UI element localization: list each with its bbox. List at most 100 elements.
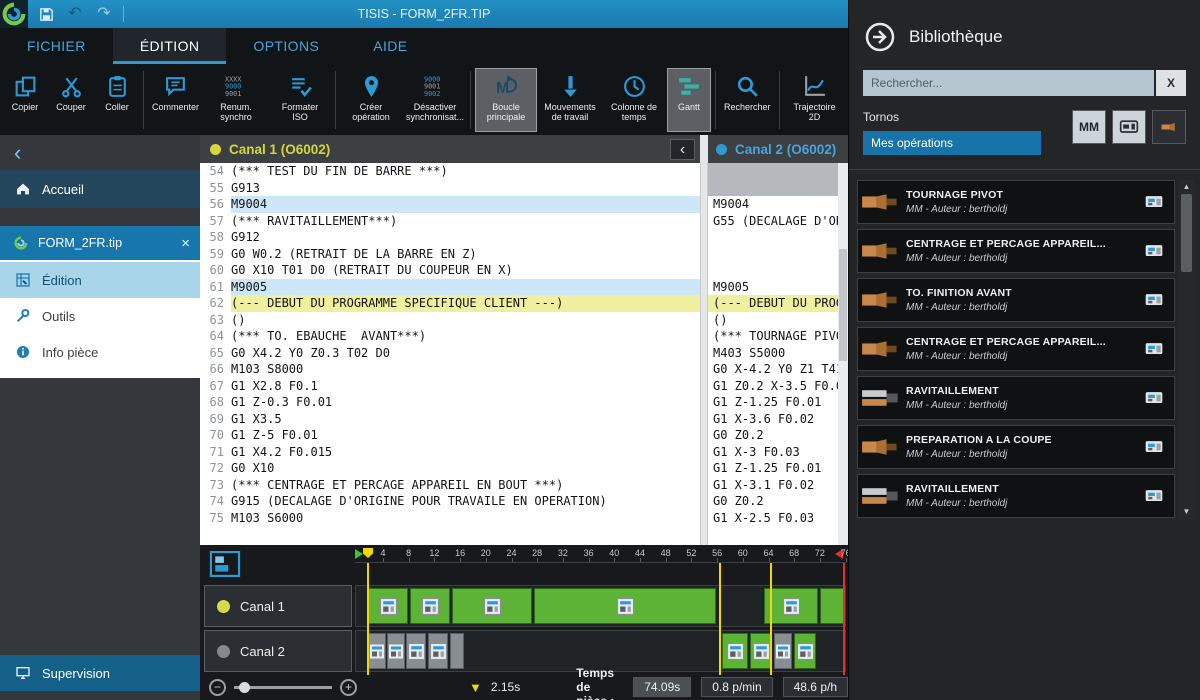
channel2-line-14[interactable]: G1 Z-1.25 F0.01 xyxy=(708,394,838,411)
canal2-operation-block[interactable] xyxy=(750,633,772,669)
tab-mes-operations[interactable]: Mes opérations xyxy=(863,131,1041,155)
sidebar-item-accueil[interactable]: Accueil xyxy=(0,170,200,208)
sidebar-item-supervision[interactable]: Supervision xyxy=(0,655,200,691)
canal1-operation-block[interactable] xyxy=(410,588,450,624)
channel1-line-54[interactable]: 54(*** TEST DU FIN DE BARRE ***) xyxy=(200,163,700,180)
channel1-line-61[interactable]: 61M9005 xyxy=(200,279,700,296)
canal1-operation-block[interactable] xyxy=(764,588,818,624)
library-item-ravitaillement[interactable]: RAVITAILLEMENTMM - Auteur : bertholdj xyxy=(857,474,1175,518)
channel2-line-3[interactable]: G55 (DECALAGE D'OR xyxy=(708,213,838,230)
menu-fichier[interactable]: FICHIER xyxy=(0,28,113,64)
channel2-line-12[interactable]: G0 X-4.2 Y0 Z1 T41 xyxy=(708,361,838,378)
channel1-line-56[interactable]: 56M9004 xyxy=(200,196,700,213)
sidebar-item-info-piece[interactable]: Info pièce xyxy=(0,334,200,370)
channel2-line-20[interactable]: G0 Z0.2 xyxy=(708,493,838,510)
channel1-line-71[interactable]: 71G1 X4.2 F0.015 xyxy=(200,444,700,461)
channel2-line-17[interactable]: G1 X-3 F0.03 xyxy=(708,444,838,461)
collapse-channel1-icon[interactable]: ‹ xyxy=(670,139,695,160)
channel1-line-65[interactable]: 65G0 X4.2 Y0 Z0.3 T02 D0 xyxy=(200,345,700,362)
close-file-icon[interactable]: × xyxy=(181,236,190,251)
menu-options[interactable]: OPTIONS xyxy=(226,28,346,64)
channel1-line-62[interactable]: 62(--- DEBUT DU PROGRAMME SPECIFIQUE CLI… xyxy=(200,295,700,312)
machine-filter-button[interactable] xyxy=(1112,110,1146,144)
library-scrollbar[interactable]: ▲ ▼ xyxy=(1179,180,1194,519)
library-item-tournage-pivot[interactable]: TOURNAGE PIVOTMM - Auteur : bertholdj xyxy=(857,180,1175,224)
toolbar-button-formater-iso[interactable]: Formater ISO xyxy=(269,68,331,132)
channel2-header[interactable]: Canal 2 (O6002) xyxy=(708,135,848,163)
canal2-operation-block[interactable] xyxy=(794,633,816,669)
toolbar-button-mouvements-de-travail[interactable]: Mouvements de travail xyxy=(539,68,601,132)
library-item-centrage-et-percage-appareil[interactable]: CENTRAGE ET PERCAGE APPAREIL...MM - Aute… xyxy=(857,327,1175,371)
toolbar-button-creer-operation[interactable]: Créer opération xyxy=(340,68,402,132)
channel1-line-75[interactable]: 75M103 S6000 xyxy=(200,510,700,527)
canal1-operation-block[interactable] xyxy=(534,588,716,624)
toolbar-button-trajectoire-2d[interactable]: Trajectoire 2D xyxy=(784,68,846,132)
canal1-operation-block[interactable] xyxy=(452,588,532,624)
toolbar-button-couper[interactable]: Couper xyxy=(49,68,93,132)
toolbar-button-colonne-de-temps[interactable]: Colonne de temps xyxy=(603,68,665,132)
undo-button[interactable]: ↶ xyxy=(64,3,86,25)
channel1-line-64[interactable]: 64(*** TO. EBAUCHE AVANT***) xyxy=(200,328,700,345)
channel2-line-8[interactable]: (--- DEBUT DU PROG xyxy=(708,295,838,312)
channel2-line-9[interactable]: () xyxy=(708,312,838,329)
channel2-line-2[interactable]: M9004 xyxy=(708,196,838,213)
library-search-close-button[interactable]: X xyxy=(1156,70,1186,96)
menu-aide[interactable]: AIDE xyxy=(346,28,434,64)
time-cursor-icon[interactable]: ▼ xyxy=(469,680,482,695)
gantt-row-canal2[interactable]: Canal 2 xyxy=(204,630,352,672)
library-item-preparation-a-la-coupe[interactable]: PREPARATION A LA COUPEMM - Auteur : bert… xyxy=(857,425,1175,469)
channel1-line-55[interactable]: 55G913 xyxy=(200,180,700,197)
sidebar-item-outils[interactable]: Outils xyxy=(0,298,200,334)
sidebar-collapse-button[interactable]: ‹ xyxy=(0,135,200,170)
library-item-to-finition-avant[interactable]: TO. FINITION AVANTMM - Auteur : berthold… xyxy=(857,278,1175,322)
channel1-line-63[interactable]: 63() xyxy=(200,312,700,329)
channel2-line-18[interactable]: G1 Z-1.25 F0.01 xyxy=(708,460,838,477)
zoom-slider[interactable] xyxy=(234,686,332,689)
app-logo-icon[interactable] xyxy=(0,0,28,28)
channel1-line-66[interactable]: 66M103 S8000 xyxy=(200,361,700,378)
toolbar-button-commenter[interactable]: Commenter xyxy=(148,68,203,132)
gantt-timeline-ruler[interactable]: 481216202428323640444852566064687276 xyxy=(355,545,846,563)
canal2-operation-block[interactable] xyxy=(368,633,386,669)
gantt-row-canal1[interactable]: Canal 1 xyxy=(204,585,352,627)
zoom-slider-thumb[interactable] xyxy=(239,682,250,693)
library-item-centrage-et-percage-appareil[interactable]: CENTRAGE ET PERCAGE APPAREIL...MM - Aute… xyxy=(857,229,1175,273)
library-scroll-thumb[interactable] xyxy=(1181,194,1192,272)
channel2-line-1[interactable] xyxy=(708,180,838,197)
channel2-line-13[interactable]: G1 Z0.2 X-3.5 F0.0 xyxy=(708,378,838,395)
editor-scrollbar[interactable] xyxy=(838,163,848,545)
canal2-operation-block[interactable] xyxy=(387,633,405,669)
channel1-line-68[interactable]: 68G1 Z-0.3 F0.01 xyxy=(200,394,700,411)
file-tab-form-2fr[interactable]: FORM_2FR.tip × xyxy=(0,226,200,260)
timeline-start-marker[interactable] xyxy=(355,549,363,559)
channel1-line-59[interactable]: 59G0 W0.2 (RETRAIT DE LA BARRE EN Z) xyxy=(200,246,700,263)
channel2-line-16[interactable]: G0 Z0.2 xyxy=(708,427,838,444)
toolbar-button-renum-synchro[interactable]: XXXX90009001Renum. synchro xyxy=(205,68,267,132)
library-collapse-icon[interactable] xyxy=(865,22,895,52)
scroll-down-icon[interactable]: ▼ xyxy=(1183,505,1191,519)
sidebar-item-edition[interactable]: Édition xyxy=(0,262,200,298)
library-item-ravitaillement[interactable]: RAVITAILLEMENTMM - Auteur : bertholdj xyxy=(857,376,1175,420)
library-search-input[interactable] xyxy=(863,70,1154,96)
canal2-operation-block[interactable] xyxy=(406,633,426,669)
scroll-thumb[interactable] xyxy=(839,249,847,361)
channel2-line-19[interactable]: G1 X-3.1 F0.02 xyxy=(708,477,838,494)
canal2-operation-block[interactable] xyxy=(450,633,464,669)
channel2-line-11[interactable]: M403 S5000 xyxy=(708,345,838,362)
canal1-operation-block[interactable] xyxy=(820,588,844,624)
channel2-code[interactable]: M9004G55 (DECALAGE D'OR M9005(--- DEBUT D… xyxy=(708,163,838,545)
canal2-operation-block[interactable] xyxy=(774,633,792,669)
timeline-cursor-marker[interactable] xyxy=(363,548,373,558)
channel2-line-7[interactable]: M9005 xyxy=(708,279,838,296)
channel2-line-5[interactable] xyxy=(708,246,838,263)
channel1-line-58[interactable]: 58G912 xyxy=(200,229,700,246)
channel2-line-15[interactable]: G1 X-3.6 F0.02 xyxy=(708,411,838,428)
channel2-line-21[interactable]: G1 X-2.5 F0.03 xyxy=(708,510,838,527)
toolbar-button-desactiver-synchronisat[interactable]: 900090019002Désactiver synchronisat... xyxy=(404,68,466,132)
menu-edition[interactable]: ÉDITION xyxy=(113,28,227,64)
channel2-line-10[interactable]: (*** TOURNAGE PIVO xyxy=(708,328,838,345)
save-button[interactable] xyxy=(35,3,57,25)
zoom-in-button[interactable]: + xyxy=(340,679,357,696)
zoom-out-button[interactable]: − xyxy=(209,679,226,696)
redo-button[interactable]: ↷ xyxy=(93,3,115,25)
